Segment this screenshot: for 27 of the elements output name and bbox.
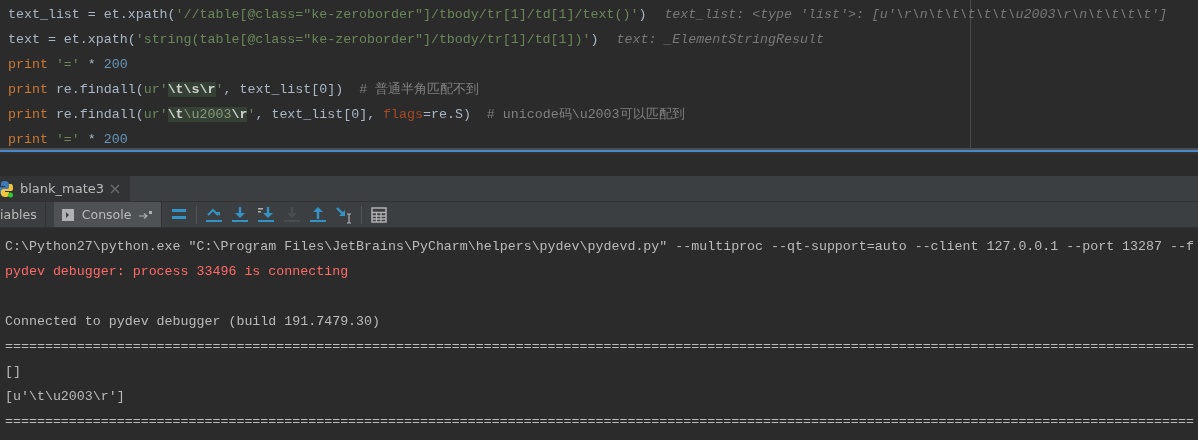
code-line: text_list = et.xpath('//table[@class="ke-zeroborder"]/tbody/tr[1]/td[1]/text()') (8, 6, 647, 24)
console-icon (61, 208, 74, 221)
code-line: print re.findall(ur'\t\s\r', text_list[0]) # 普通半角匹配不到 (8, 81, 480, 99)
console-line: [u'\t\u2003\r'] (5, 388, 126, 406)
console-line: ===================================================================================================================================================== (5, 413, 1195, 431)
step-into-icon[interactable] (231, 205, 250, 224)
step-out-icon[interactable] (309, 205, 328, 224)
panel-tab[interactable]: Console (53, 202, 163, 227)
console-line: C:\Python27\python.exe "C:\Program Files\JetBrains\PyCharm\helpers\pydev\pydevd.py" --multiproc --qt-support=auto --client 127.0.0.1 --port 13287 --f (5, 238, 1195, 256)
console-line: pydev debugger: process 33496 is connecting (5, 263, 350, 281)
python-icon (0, 179, 14, 198)
inline-hint: text: _ElementStringResult (616, 31, 824, 49)
run-tab[interactable]: blank_mate3 (0, 176, 131, 201)
panel-tab[interactable]: iables (0, 202, 46, 227)
console-line: ===================================================================================================================================================== (5, 338, 1195, 356)
code-line: print '=' * 200 (8, 56, 128, 74)
step-into-my-code-icon[interactable] (257, 205, 276, 224)
inline-hint: text_list: <type 'list'>: [u'\r\n\t\t\t\t\t\u2003\r\n\t\t\t\t'] (664, 6, 1168, 24)
code-line: print re.findall(ur'\t\u2003\r', text_list[0], flags=re.S) # unicode码\u2003可以匹配到 (8, 106, 685, 124)
code-line: print '=' * 200 (8, 131, 128, 148)
close-icon[interactable] (110, 183, 121, 194)
console-line: Connected to pydev debugger (build 191.7479.30) (5, 313, 382, 331)
table-icon[interactable] (370, 205, 389, 224)
run-to-cursor-icon[interactable] (335, 205, 354, 224)
pin-icon (139, 209, 154, 220)
console-line: [] (5, 363, 22, 381)
code-line: text = et.xpath('string(table[@class="ke-zeroborder"]/tbody/tr[1]/td[1])') (8, 31, 599, 49)
